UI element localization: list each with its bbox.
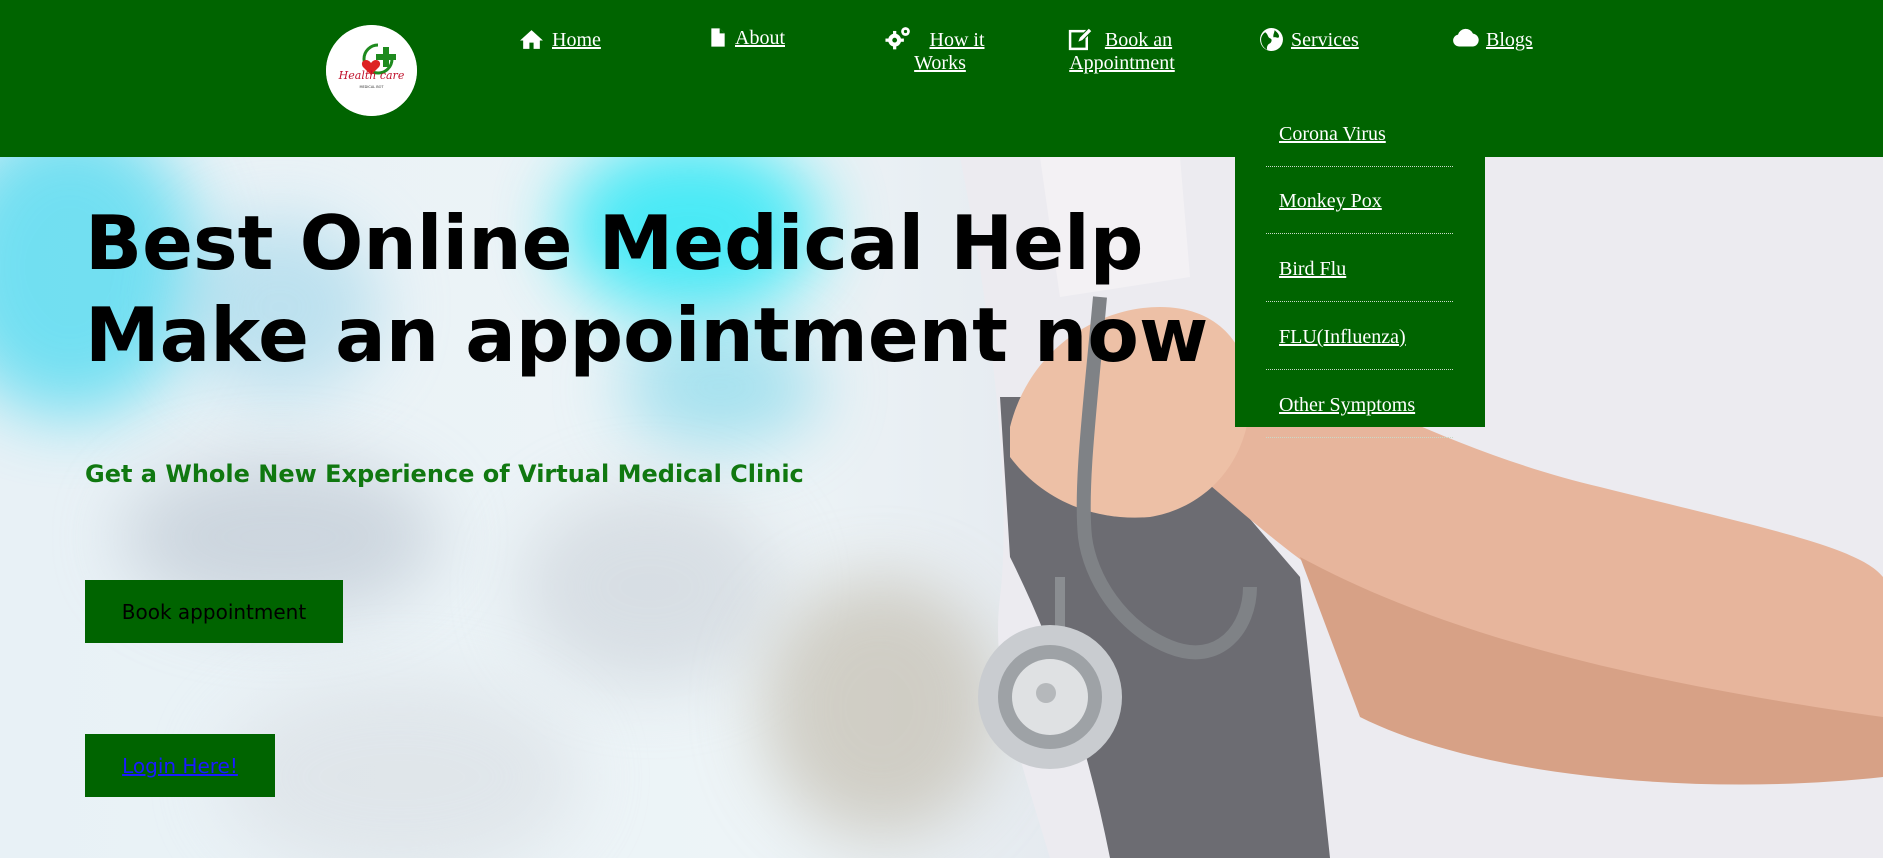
- nav-book-line2: Appointment: [1069, 52, 1175, 74]
- dropdown-item-label: Corona Virus: [1279, 123, 1386, 145]
- dropdown-item-influenza[interactable]: FLU(Influenza): [1266, 303, 1453, 370]
- edit-icon: [1068, 27, 1093, 51]
- nav-about-label: About: [735, 27, 785, 49]
- dropdown-item-label: Monkey Pox: [1279, 190, 1382, 212]
- cloud-icon: [1453, 28, 1479, 47]
- hero-section: Best Online Medical Help Make an appoint…: [0, 157, 1883, 858]
- hero-subtitle: Get a Whole New Experience of Virtual Me…: [85, 460, 804, 488]
- dropdown-item-label: Bird Flu: [1279, 258, 1347, 280]
- home-icon: [520, 30, 543, 49]
- dropdown-item-other-symptoms[interactable]: Other Symptoms: [1266, 371, 1453, 438]
- hero-title-line1: Best Online Medical Help: [85, 199, 1144, 287]
- nav-home[interactable]: Home: [519, 29, 601, 52]
- logo-text: Health care: [338, 69, 405, 82]
- logo-subtext: MEDICAL BOT: [359, 85, 384, 89]
- dropdown-item-label: Other Symptoms: [1279, 394, 1416, 416]
- gears-icon: [885, 27, 910, 50]
- hero-title-line2: Make an appointment now: [85, 291, 1209, 379]
- nav-book-appointment[interactable]: Book an Appointment: [1066, 27, 1178, 75]
- login-link[interactable]: Login Here!: [85, 734, 275, 797]
- book-appointment-button[interactable]: Book appointment: [85, 580, 343, 643]
- file-icon: [711, 28, 725, 47]
- nav-blogs[interactable]: Blogs: [1452, 28, 1533, 52]
- dropdown-item-bird-flu[interactable]: Bird Flu: [1266, 235, 1453, 302]
- nav-how-it-works[interactable]: How it Works: [885, 27, 995, 75]
- nav-blogs-label: Blogs: [1486, 29, 1533, 51]
- dropdown-item-label: FLU(Influenza): [1279, 326, 1406, 348]
- nav-services-label: Services: [1291, 29, 1359, 51]
- dropdown-item-monkey-pox[interactable]: Monkey Pox: [1266, 167, 1453, 234]
- site-header: Health care MEDICAL BOT Home About How i…: [0, 0, 1883, 157]
- dropdown-item-corona-virus[interactable]: Corona Virus: [1266, 100, 1453, 167]
- nav-how-line2: Works: [914, 52, 966, 74]
- nav-services[interactable]: Services: [1259, 28, 1359, 52]
- logo[interactable]: Health care MEDICAL BOT: [326, 25, 417, 116]
- globe-icon: [1260, 28, 1283, 51]
- nav-about[interactable]: About: [708, 27, 785, 50]
- services-dropdown: Corona Virus Monkey Pox Bird Flu FLU(Inf…: [1235, 123, 1485, 438]
- nav-home-label: Home: [552, 29, 601, 51]
- hero-title: Best Online Medical Help Make an appoint…: [85, 197, 1208, 381]
